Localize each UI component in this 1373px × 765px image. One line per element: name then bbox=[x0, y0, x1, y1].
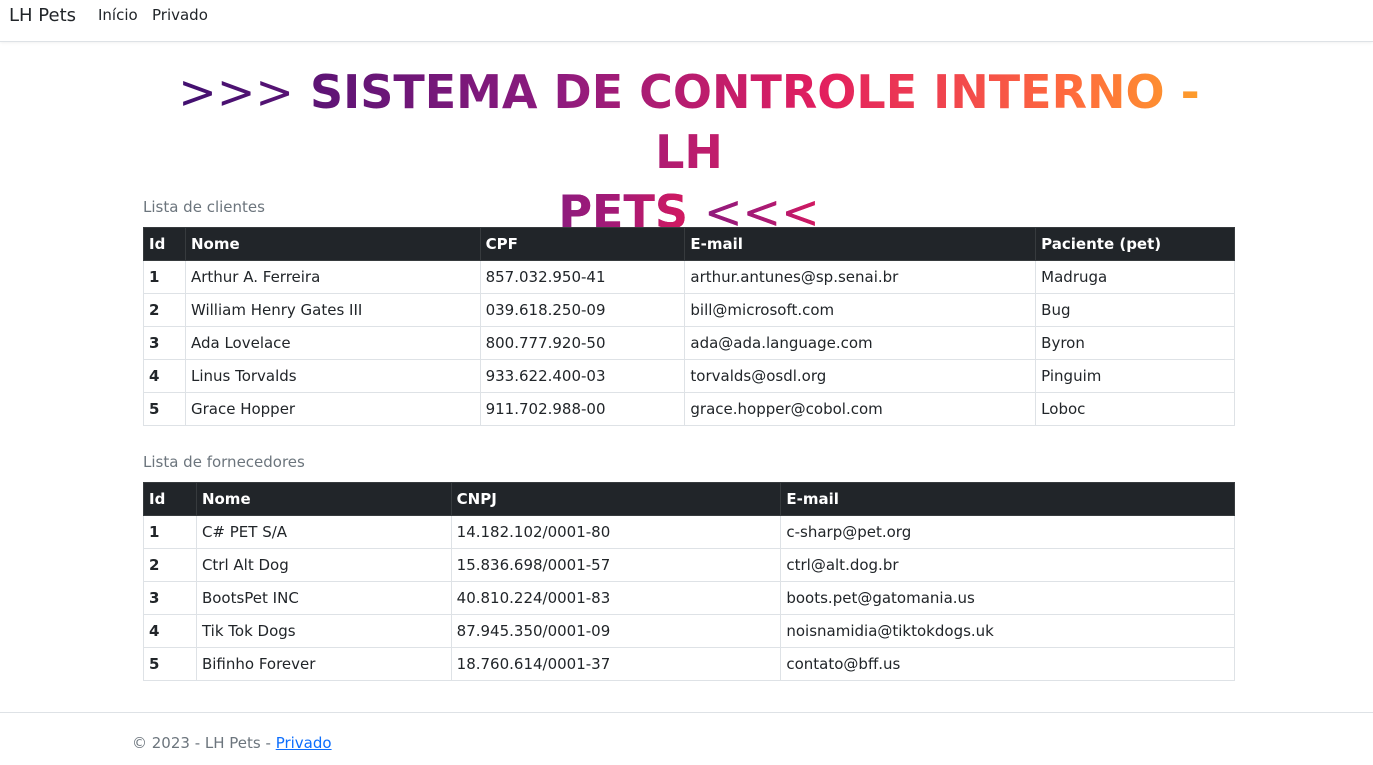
cell-email: ada@ada.language.com bbox=[684, 326, 1037, 360]
title-text: SISTEMA DE CONTROLE INTERNO - LH bbox=[309, 65, 1200, 179]
table-row: 5 Grace Hopper 911.702.988-00 grace.hopp… bbox=[143, 392, 1235, 426]
column-header: E-mail bbox=[684, 227, 1037, 261]
footer-divider bbox=[0, 712, 1373, 713]
footer: © 2023 - LH Pets - Privado bbox=[132, 734, 332, 752]
cell-id: 3 bbox=[143, 581, 197, 615]
cell-pet: Bug bbox=[1035, 293, 1235, 327]
table-row: 1 Arthur A. Ferreira 857.032.950-41 arth… bbox=[143, 260, 1235, 294]
cell-nome: Linus Torvalds bbox=[184, 359, 481, 393]
cell-nome: William Henry Gates III bbox=[184, 293, 481, 327]
column-header: E-mail bbox=[780, 482, 1235, 516]
table-row: 5 Bifinho Forever 18.760.614/0001-37 con… bbox=[143, 647, 1235, 681]
column-header: Paciente (pet) bbox=[1035, 227, 1235, 261]
footer-privado-link[interactable]: Privado bbox=[276, 734, 332, 752]
cell-nome: Tik Tok Dogs bbox=[195, 614, 452, 648]
column-header: CNPJ bbox=[450, 482, 782, 516]
cell-nome: Grace Hopper bbox=[184, 392, 481, 426]
cell-id: 2 bbox=[143, 548, 197, 582]
footer-text: © 2023 - LH Pets - bbox=[132, 734, 276, 752]
cell-pet: Byron bbox=[1035, 326, 1235, 360]
clientes-caption: Lista de clientes bbox=[143, 198, 265, 216]
table-header-row: Id Nome CPF E-mail Paciente (pet) bbox=[143, 227, 1235, 261]
cell-email: boots.pet@gatomania.us bbox=[780, 581, 1235, 615]
table-row: 1 C# PET S/A 14.182.102/0001-80 c-sharp@… bbox=[143, 515, 1235, 549]
cell-id: 4 bbox=[143, 614, 197, 648]
cell-nome: Ada Lovelace bbox=[184, 326, 481, 360]
cell-cpf: 800.777.920-50 bbox=[479, 326, 686, 360]
fornecedores-table: Id Nome CNPJ E-mail 1 C# PET S/A 14.182.… bbox=[143, 482, 1235, 681]
nav-link-inicio[interactable]: Início bbox=[98, 6, 138, 24]
cell-email: noisnamidia@tiktokdogs.uk bbox=[780, 614, 1235, 648]
cell-cnpj: 87.945.350/0001-09 bbox=[450, 614, 782, 648]
cell-email: grace.hopper@cobol.com bbox=[684, 392, 1037, 426]
cell-nome: Ctrl Alt Dog bbox=[195, 548, 452, 582]
cell-nome: C# PET S/A bbox=[195, 515, 452, 549]
cell-cpf: 911.702.988-00 bbox=[479, 392, 686, 426]
table-row: 2 Ctrl Alt Dog 15.836.698/0001-57 ctrl@a… bbox=[143, 548, 1235, 582]
clientes-table: Id Nome CPF E-mail Paciente (pet) 1 Arth… bbox=[143, 227, 1235, 426]
column-header: Id bbox=[143, 482, 197, 516]
cell-email: torvalds@osdl.org bbox=[684, 359, 1037, 393]
cell-id: 1 bbox=[143, 515, 197, 549]
column-header: Id bbox=[143, 227, 186, 261]
cell-nome: BootsPet INC bbox=[195, 581, 452, 615]
cell-cpf: 039.618.250-09 bbox=[479, 293, 686, 327]
table-row: 4 Linus Torvalds 933.622.400-03 torvalds… bbox=[143, 359, 1235, 393]
cell-id: 5 bbox=[143, 392, 186, 426]
table-row: 3 Ada Lovelace 800.777.920-50 ada@ada.la… bbox=[143, 326, 1235, 360]
cell-id: 4 bbox=[143, 359, 186, 393]
cell-cpf: 857.032.950-41 bbox=[479, 260, 686, 294]
cell-id: 2 bbox=[143, 293, 186, 327]
table-row: 4 Tik Tok Dogs 87.945.350/0001-09 noisna… bbox=[143, 614, 1235, 648]
column-header: CPF bbox=[479, 227, 686, 261]
cell-nome: Bifinho Forever bbox=[195, 647, 452, 681]
fornecedores-caption: Lista de fornecedores bbox=[143, 453, 305, 471]
table-header-row: Id Nome CNPJ E-mail bbox=[143, 482, 1235, 516]
cell-id: 5 bbox=[143, 647, 197, 681]
cell-cnpj: 18.760.614/0001-37 bbox=[450, 647, 782, 681]
brand-link[interactable]: LH Pets bbox=[9, 5, 76, 26]
cell-cpf: 933.622.400-03 bbox=[479, 359, 686, 393]
table-row: 2 William Henry Gates III 039.618.250-09… bbox=[143, 293, 1235, 327]
cell-cnpj: 15.836.698/0001-57 bbox=[450, 548, 782, 582]
cell-email: contato@bff.us bbox=[780, 647, 1235, 681]
cell-email: bill@microsoft.com bbox=[684, 293, 1037, 327]
cell-nome: Arthur A. Ferreira bbox=[184, 260, 481, 294]
cell-cnpj: 14.182.102/0001-80 bbox=[450, 515, 782, 549]
title-prefix: >>> bbox=[178, 65, 294, 119]
cell-pet: Loboc bbox=[1035, 392, 1235, 426]
cell-id: 3 bbox=[143, 326, 186, 360]
column-header: Nome bbox=[195, 482, 452, 516]
page-title: >>> SISTEMA DE CONTROLE INTERNO - LH PET… bbox=[143, 62, 1235, 242]
column-header: Nome bbox=[184, 227, 481, 261]
navbar: LH Pets Início Privado bbox=[0, 0, 1373, 42]
cell-email: ctrl@alt.dog.br bbox=[780, 548, 1235, 582]
nav-link-privado[interactable]: Privado bbox=[152, 6, 208, 24]
table-row: 3 BootsPet INC 40.810.224/0001-83 boots.… bbox=[143, 581, 1235, 615]
cell-pet: Madruga bbox=[1035, 260, 1235, 294]
cell-cnpj: 40.810.224/0001-83 bbox=[450, 581, 782, 615]
cell-email: c-sharp@pet.org bbox=[780, 515, 1235, 549]
cell-pet: Pinguim bbox=[1035, 359, 1235, 393]
cell-email: arthur.antunes@sp.senai.br bbox=[684, 260, 1037, 294]
cell-id: 1 bbox=[143, 260, 186, 294]
